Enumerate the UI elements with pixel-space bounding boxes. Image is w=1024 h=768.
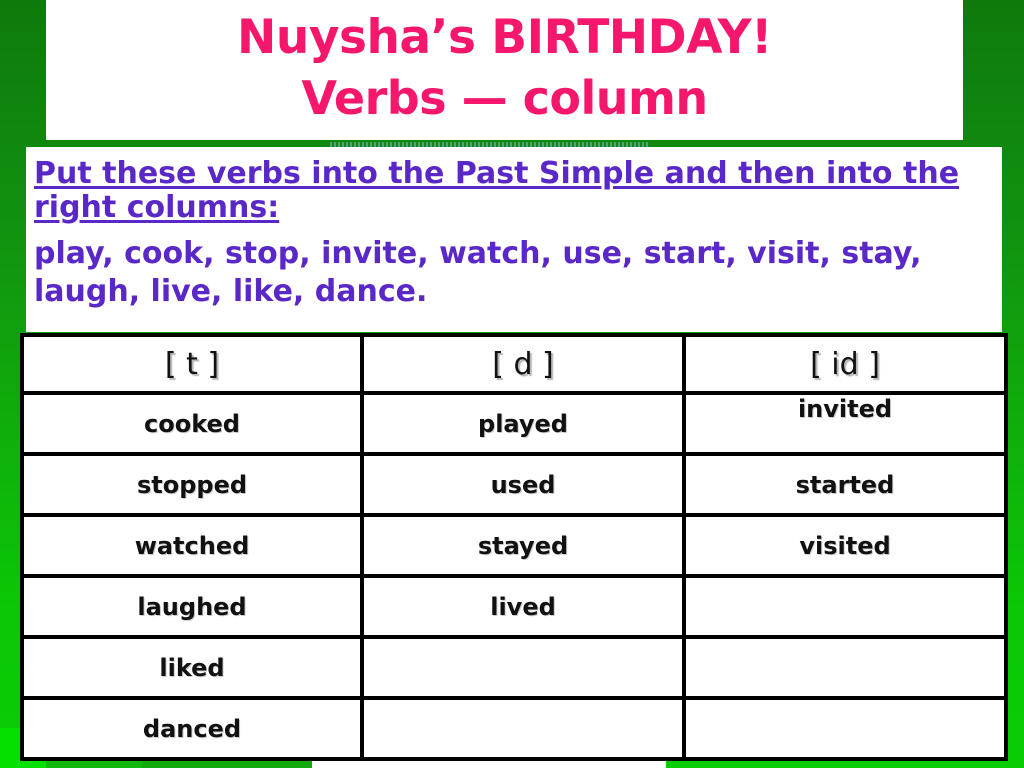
table-row: cooked played invited [20, 391, 1008, 456]
table-row: laughed lived [20, 574, 1008, 639]
table-row: watched stayed visited [20, 513, 1008, 578]
table-cell-empty [682, 635, 1008, 700]
column-header-d: [ d ] [360, 333, 686, 395]
table-cell: stopped [20, 452, 364, 517]
page-title-line-2: Verbs — column [301, 71, 708, 125]
column-header-t: [ t ] [20, 333, 364, 395]
slide-canvas: Nuysha’s BIRTHDAY! Verbs — column Put th… [0, 0, 1024, 768]
table-cell-empty [360, 696, 686, 761]
table-cell-empty [360, 635, 686, 700]
verb-sorting-table: [ t ] [ d ] [ id ] cooked played invited… [20, 333, 1008, 761]
table-row: danced [20, 696, 1008, 761]
table-row: stopped used started [20, 452, 1008, 517]
table-cell: stayed [360, 513, 686, 578]
table-header-row: [ t ] [ d ] [ id ] [20, 333, 1008, 395]
table-cell: started [682, 452, 1008, 517]
instruction-heading: Put these verbs into the Past Simple and… [34, 156, 960, 225]
instruction-panel: Put these verbs into the Past Simple and… [26, 147, 1002, 332]
title-panel: Nuysha’s BIRTHDAY! Verbs — column [46, 0, 963, 140]
table-cell: laughed [20, 574, 364, 639]
table-cell-empty [682, 574, 1008, 639]
table-cell: used [360, 452, 686, 517]
table-cell: watched [20, 513, 364, 578]
table-cell: liked [20, 635, 364, 700]
column-header-id: [ id ] [682, 333, 1008, 395]
table-cell: cooked [20, 391, 364, 456]
page-title-line-1: Nuysha’s BIRTHDAY! [237, 10, 772, 65]
verb-list-text: play, cook, stop, invite, watch, use, st… [34, 236, 922, 309]
table-cell: played [360, 391, 686, 456]
table-cell: visited [682, 513, 1008, 578]
table-cell: danced [20, 696, 364, 761]
table-cell: invited [682, 391, 1008, 456]
table-row: liked [20, 635, 1008, 700]
table-cell-empty [682, 696, 1008, 761]
table-cell: lived [360, 574, 686, 639]
